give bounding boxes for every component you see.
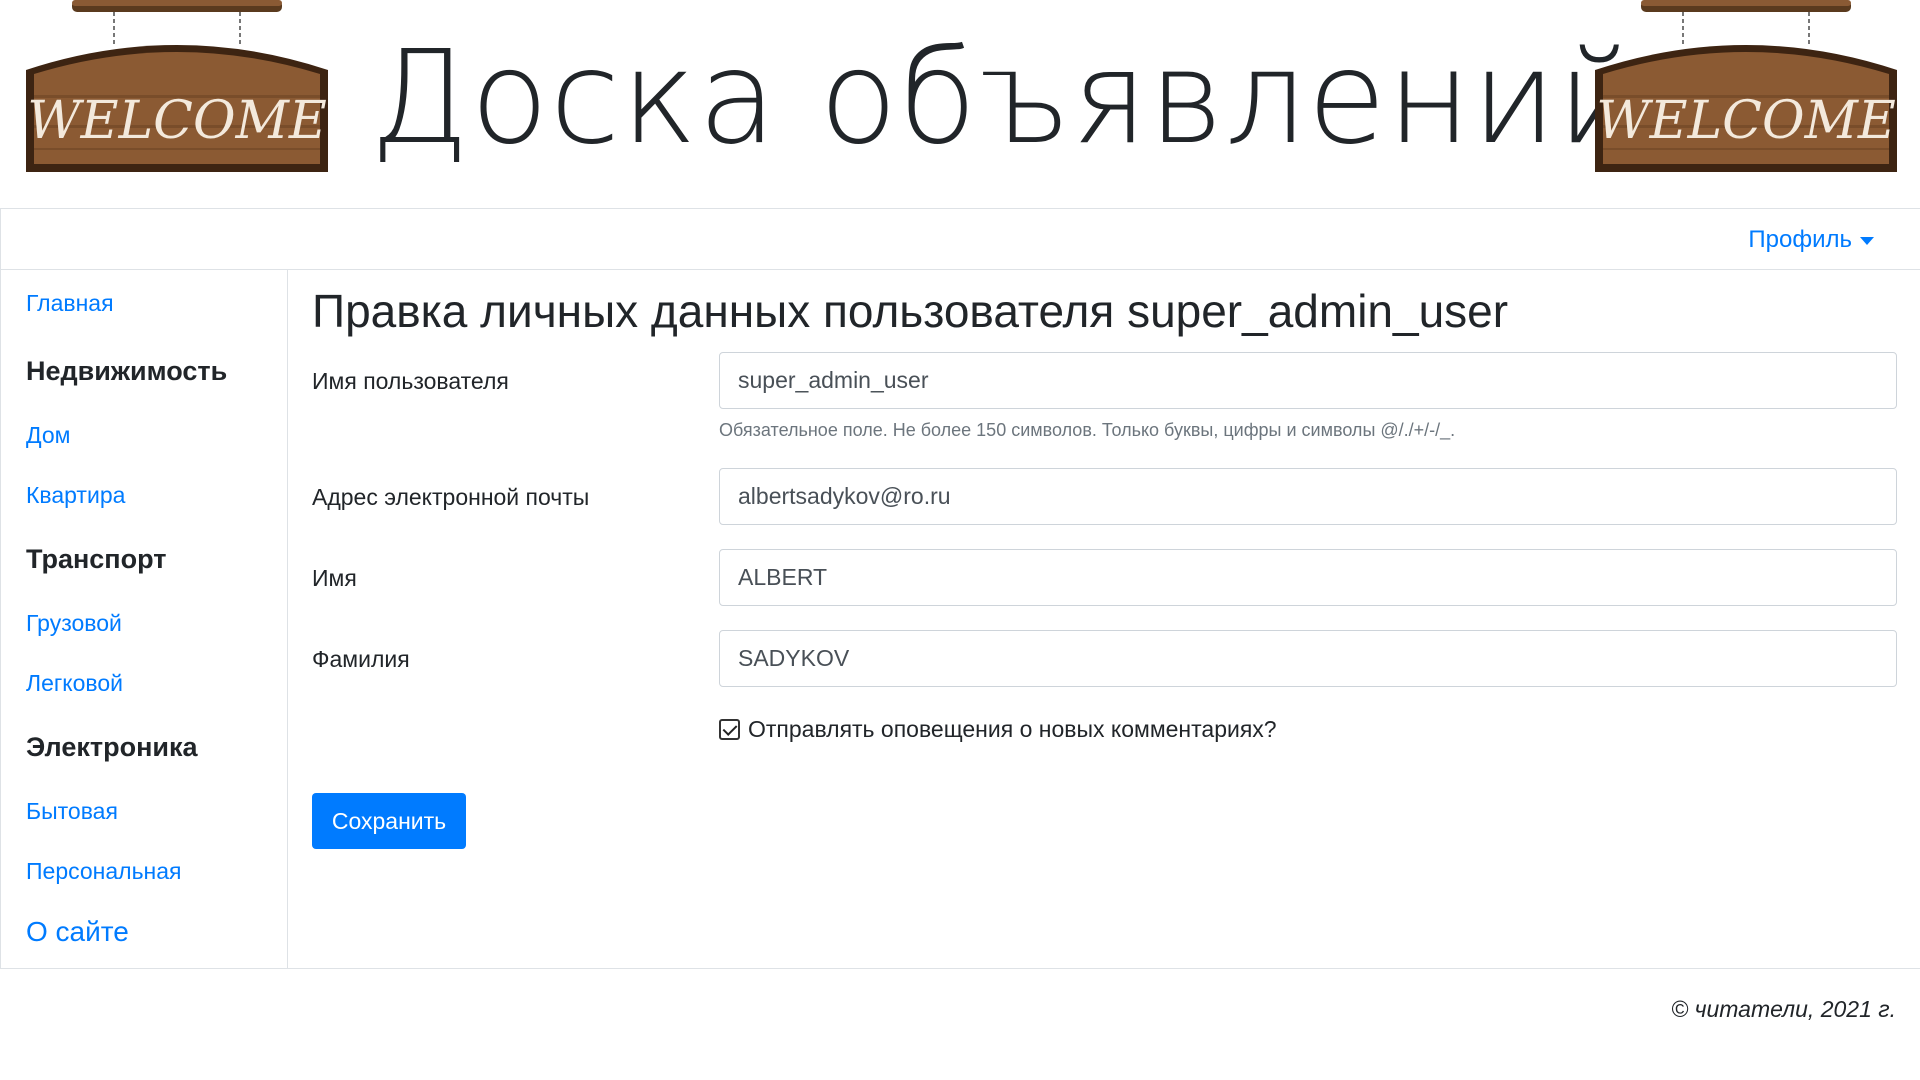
sidebar-item-personal[interactable]: Персональная <box>26 858 182 885</box>
sidebar: Главная Недвижимость Дом Квартира Трансп… <box>0 270 288 969</box>
footer-copyright: © читатели, 2021 г. <box>1671 996 1896 1022</box>
site-header: WELCOME Доска объявлений WELCOME <box>0 0 1920 208</box>
svg-text:WELCOME: WELCOME <box>1596 91 1896 151</box>
sidebar-item-home[interactable]: Главная <box>26 290 114 317</box>
sidebar-item-cars[interactable]: Легковой <box>26 670 123 697</box>
sidebar-item-apartment[interactable]: Квартира <box>26 482 125 509</box>
sidebar-heading-transport: Транспорт <box>26 544 167 574</box>
notify-checkbox-label[interactable]: Отправлять оповещения о новых комментари… <box>748 716 1277 743</box>
top-navbar: Профиль <box>0 208 1920 270</box>
welcome-sign-left: WELCOME <box>22 0 332 176</box>
sidebar-heading-real-estate: Недвижимость <box>26 356 228 386</box>
save-button[interactable]: Сохранить <box>312 793 466 849</box>
first-name-input[interactable] <box>719 549 1897 606</box>
sidebar-item-household[interactable]: Бытовая <box>26 798 118 825</box>
notify-checkbox[interactable] <box>719 719 740 740</box>
notify-checkbox-row: Отправлять оповещения о новых комментари… <box>719 716 1277 743</box>
caret-down-icon <box>1860 237 1874 245</box>
username-help-text: Обязательное поле. Не более 150 символов… <box>719 420 1456 440</box>
username-input[interactable] <box>719 352 1897 409</box>
email-label: Адрес электронной почты <box>312 484 590 510</box>
welcome-sign-right: WELCOME <box>1591 0 1901 176</box>
page-title: Правка личных данных пользователя super_… <box>312 285 1509 337</box>
site-title: Доска объявлений <box>370 24 1643 173</box>
first-name-label: Имя <box>312 565 357 591</box>
sidebar-item-about[interactable]: О сайте <box>26 916 129 948</box>
last-name-input[interactable] <box>719 630 1897 687</box>
email-input[interactable] <box>719 468 1897 525</box>
sidebar-item-house[interactable]: Дом <box>26 422 70 449</box>
profile-label: Профиль <box>1748 226 1852 253</box>
sidebar-item-trucks[interactable]: Грузовой <box>26 610 122 637</box>
main-content: Правка личных данных пользователя super_… <box>288 270 1920 969</box>
welcome-sign-image: WELCOME <box>26 0 328 172</box>
sidebar-heading-electronics: Электроника <box>26 732 198 762</box>
last-name-label: Фамилия <box>312 646 410 672</box>
username-label: Имя пользователя <box>312 368 509 394</box>
svg-text:WELCOME: WELCOME <box>27 91 327 151</box>
welcome-sign-image: WELCOME <box>1595 0 1897 172</box>
profile-dropdown[interactable]: Профиль <box>1748 226 1874 254</box>
